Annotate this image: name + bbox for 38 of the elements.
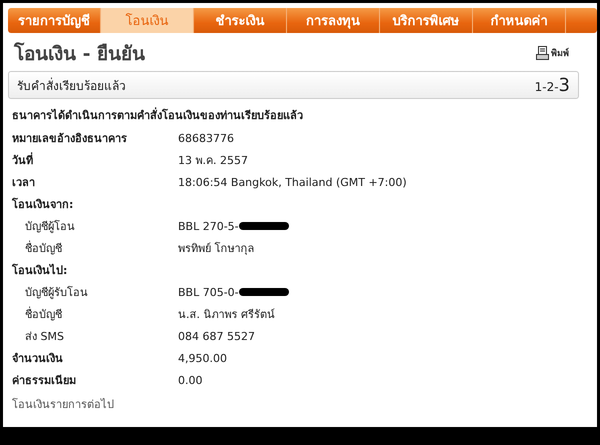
- status-text: รับคำสั่งเรียบร้อยแล้ว: [17, 76, 126, 94]
- section-label: โอนเงินไป:: [12, 262, 68, 279]
- step-number: 2: [546, 80, 554, 94]
- field-value: พรทิพย์ โกษากุล: [178, 241, 254, 257]
- field-label: ชื่อบัญชี: [24, 240, 63, 257]
- field-value: 0.00: [178, 374, 202, 386]
- step-separator: -: [554, 80, 559, 94]
- field-label: วันที่: [12, 151, 34, 169]
- confirmation-message: ธนาคารได้ดำเนินการตามคำสั่งโอนเงินของท่านเรียบร้อยแล้ว: [12, 106, 304, 124]
- field-value: 18:06:54 Bangkok, Thailand (GMT +7:00): [178, 176, 407, 188]
- field-label: ชื่อบัญชี: [24, 306, 63, 323]
- nav-tab[interactable]: ชำระเงิน: [194, 8, 287, 33]
- print-link[interactable]: พิมพ์: [536, 46, 569, 60]
- nav-tab[interactable]: การลงทุน: [287, 8, 380, 33]
- nav-tab[interactable]: บริการพิเศษ: [380, 8, 473, 33]
- field-value: 13 พ.ค. 2557: [178, 153, 248, 169]
- page-title: โอนเงิน - ยืนยัน: [14, 41, 146, 67]
- section-label: โอนเงินจาก:: [12, 196, 74, 213]
- field-label: จำนวนเงิน: [12, 351, 64, 367]
- field-value: BBL 705-0-: [178, 286, 239, 298]
- nav-tab[interactable]: โอนเงิน: [101, 8, 194, 33]
- field-label: ค่าธรรมเนียม: [12, 373, 77, 389]
- field-label: เวลา: [12, 175, 36, 191]
- field-value: BBL 270-5-: [178, 220, 239, 232]
- step-number: 3: [558, 74, 570, 96]
- field-label: ส่ง SMS: [24, 329, 65, 345]
- step-number: 1: [534, 80, 542, 94]
- field-label: บัญชีผู้รับโอน: [24, 285, 89, 301]
- field-value: 68683776: [178, 132, 234, 144]
- field-label: หมายเลขอ้างอิงธนาคาร: [12, 131, 128, 147]
- printer-icon: [536, 46, 549, 60]
- field-value: 4,950.00: [178, 352, 227, 364]
- nav-tab[interactable]: กำหนดค่า: [473, 8, 566, 33]
- field-value: น.ส. นิภาพร ศรีรัตน์: [178, 307, 275, 323]
- next-transfer-link[interactable]: โอนเงินรายการต่อไป: [12, 395, 589, 413]
- step-separator: -: [542, 80, 547, 94]
- field-label: บัญชีผู้โอน: [24, 219, 76, 235]
- field-value: 084 687 5527: [178, 330, 255, 342]
